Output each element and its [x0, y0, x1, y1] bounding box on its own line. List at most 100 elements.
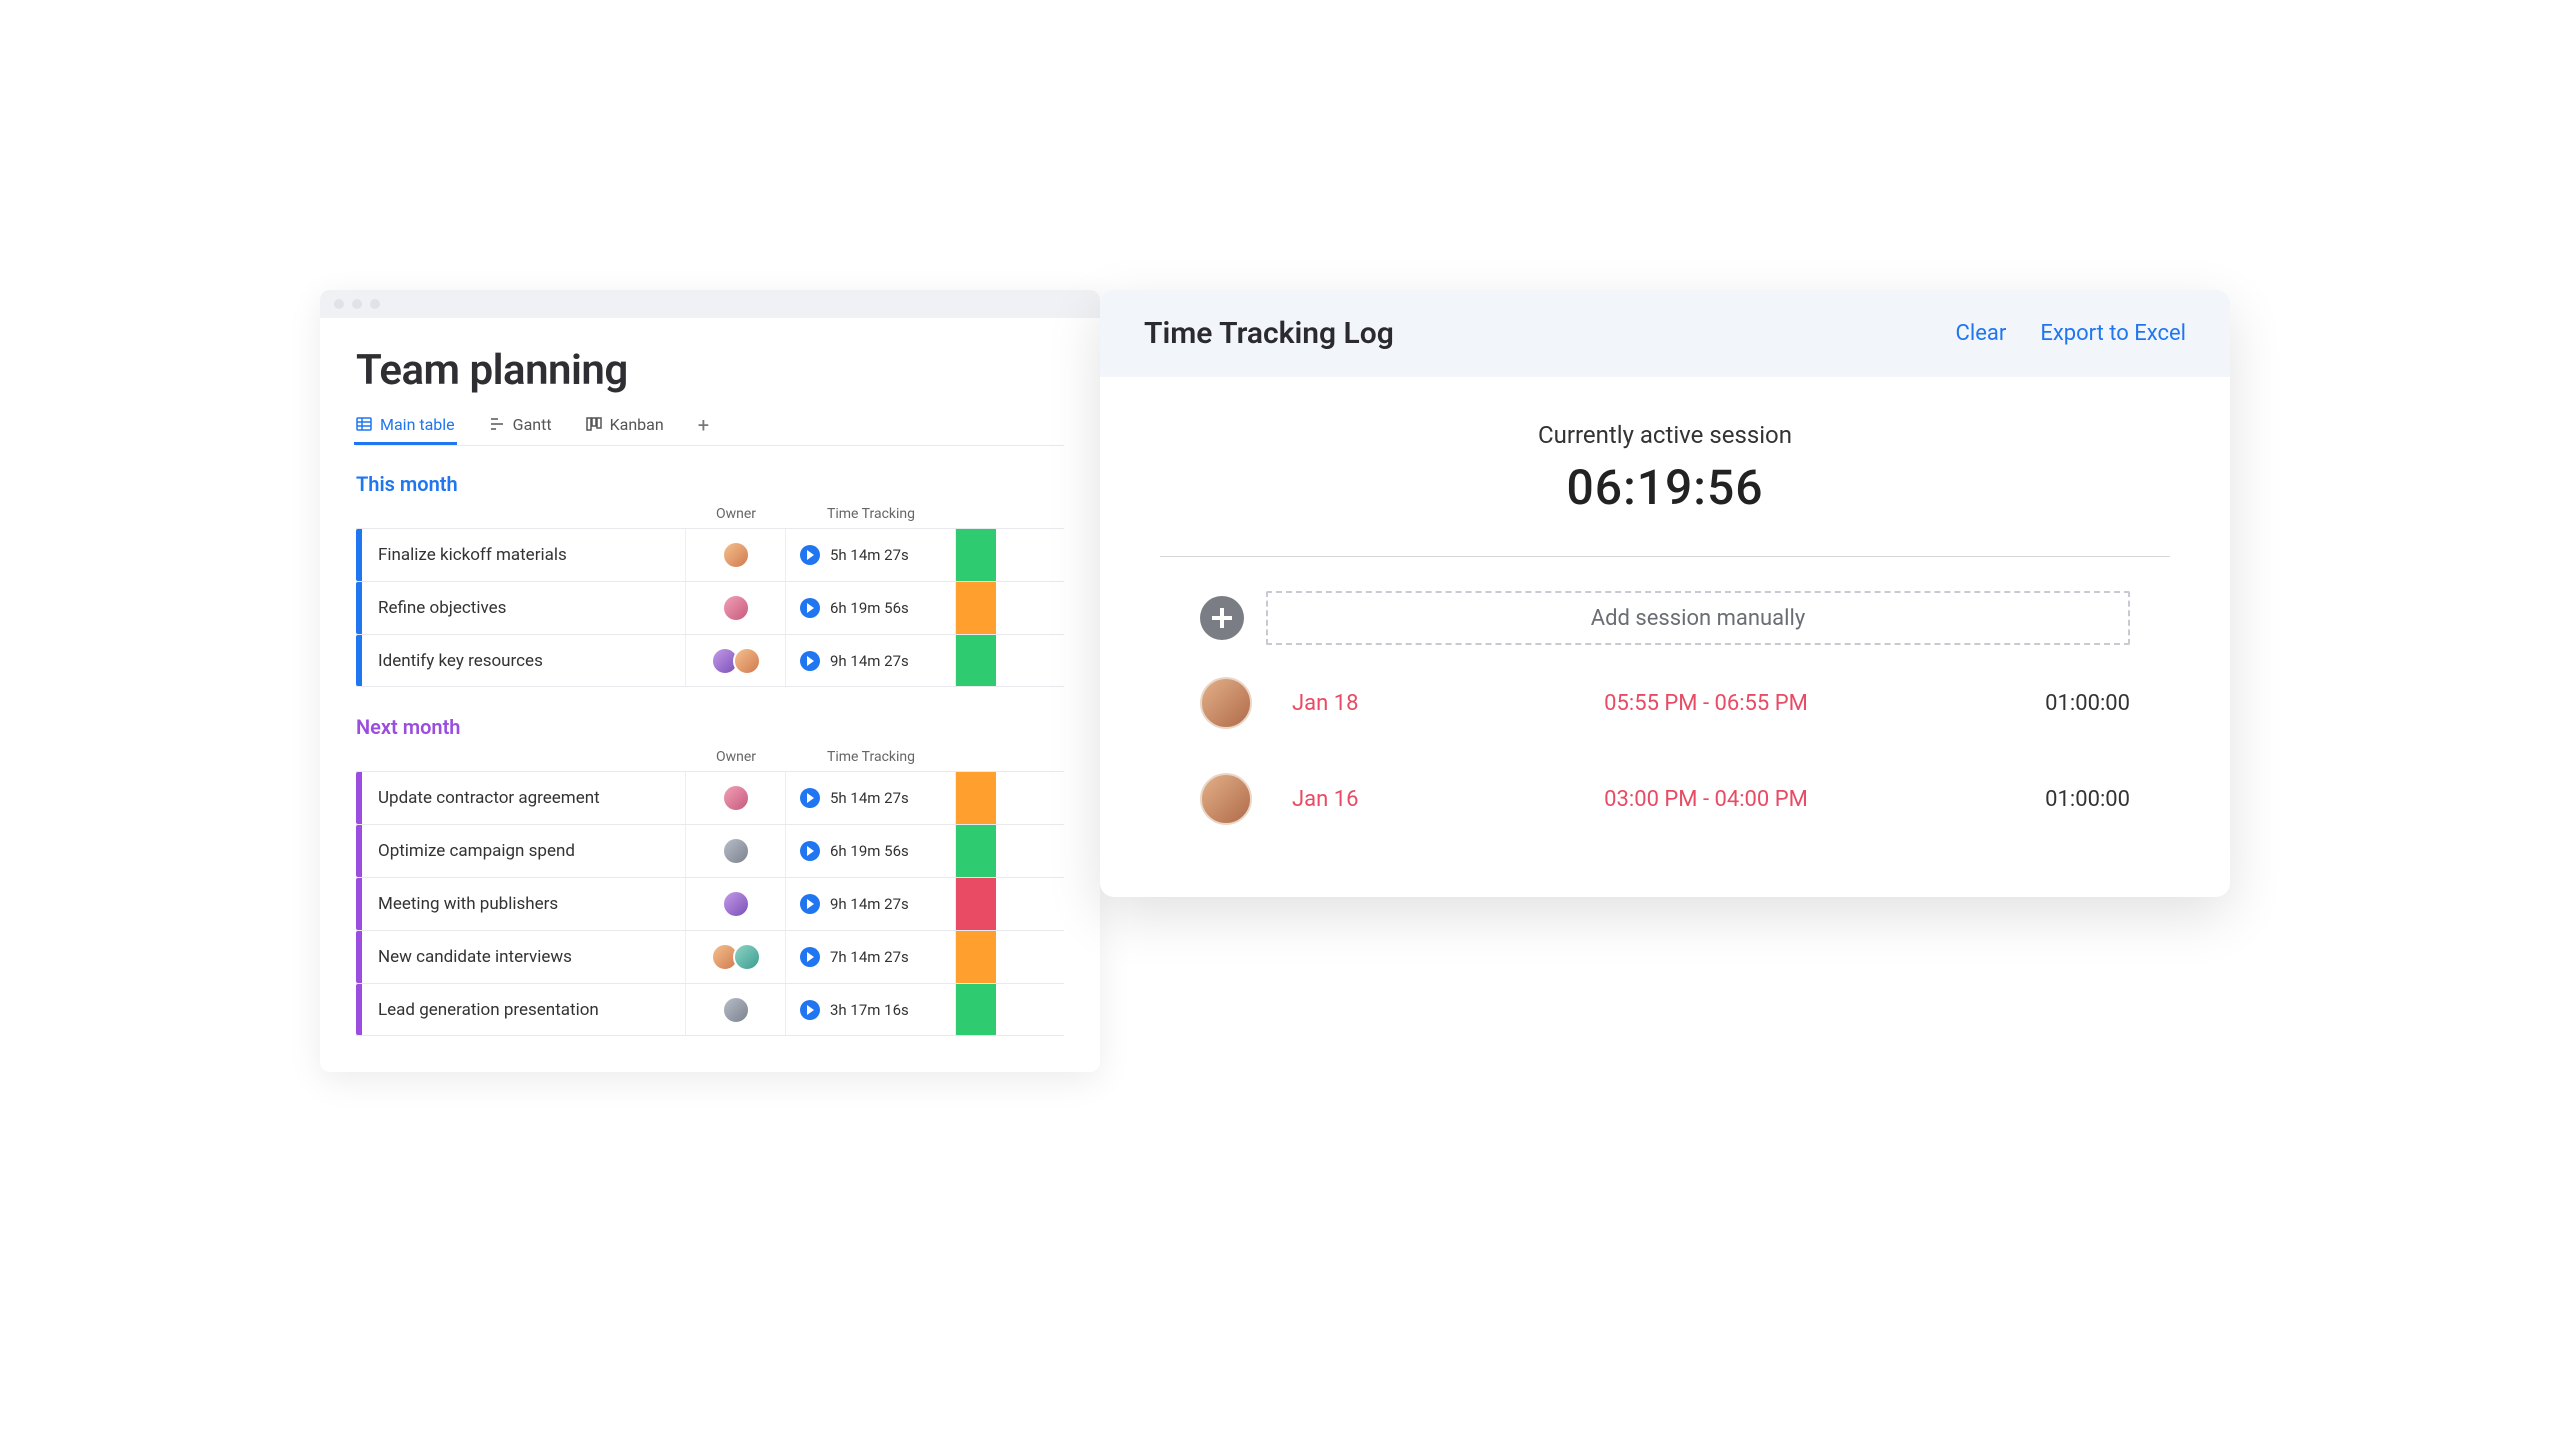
avatar: [722, 784, 750, 812]
tab-label: Main table: [380, 415, 455, 434]
task-name[interactable]: Refine objectives: [356, 582, 686, 634]
row-accent: [356, 984, 362, 1035]
tab-label: Gantt: [513, 415, 552, 434]
session-time-range: 03:00 PM - 04:00 PM: [1442, 787, 1970, 812]
tracked-time: 7h 14m 27s: [830, 948, 909, 966]
play-icon[interactable]: [800, 545, 820, 565]
task-name[interactable]: Meeting with publishers: [356, 878, 686, 930]
play-icon[interactable]: [800, 894, 820, 914]
avatar: [722, 996, 750, 1024]
group-title[interactable]: This month: [356, 472, 1064, 496]
view-tabs: Main table Gantt Kanban +: [356, 413, 1064, 446]
clear-button[interactable]: Clear: [1956, 321, 2007, 346]
table-row[interactable]: Lead generation presentation 3h 17m 16s: [356, 983, 1064, 1036]
task-name[interactable]: New candidate interviews: [356, 931, 686, 983]
tracked-time: 5h 14m 27s: [830, 546, 909, 564]
group-title[interactable]: Next month: [356, 715, 1064, 739]
time-tracking-cell[interactable]: 5h 14m 27s: [786, 529, 956, 581]
avatar: [722, 541, 750, 569]
row-accent: [356, 635, 362, 686]
tab-gantt[interactable]: Gantt: [489, 415, 552, 444]
status-chip[interactable]: [956, 635, 996, 686]
status-chip[interactable]: [956, 825, 996, 877]
table-row[interactable]: Meeting with publishers 9h 14m 27s: [356, 877, 1064, 930]
tab-main-table[interactable]: Main table: [356, 415, 455, 444]
panel-title: Time Tracking Log: [1144, 316, 1394, 351]
active-session: Currently active session 06:19:56: [1160, 377, 2170, 557]
time-tracking-cell[interactable]: 7h 14m 27s: [786, 931, 956, 983]
avatar: [733, 943, 761, 971]
add-session-manually-button[interactable]: Add session manually: [1266, 591, 2130, 645]
row-accent: [356, 529, 362, 581]
traffic-light-dot: [370, 299, 380, 309]
table-row[interactable]: Identify key resources 9h 14m 27s: [356, 634, 1064, 687]
session-row[interactable]: Jan 1805:55 PM - 06:55 PM01:00:00: [1100, 655, 2230, 751]
table-icon: [356, 416, 372, 432]
play-icon[interactable]: [800, 651, 820, 671]
tracked-time: 3h 17m 16s: [830, 1001, 909, 1019]
task-name[interactable]: Lead generation presentation: [356, 984, 686, 1035]
status-chip[interactable]: [956, 931, 996, 983]
session-duration: 01:00:00: [2010, 691, 2130, 716]
avatar: [733, 647, 761, 675]
time-tracking-cell[interactable]: 9h 14m 27s: [786, 635, 956, 686]
row-accent: [356, 582, 362, 634]
task-name[interactable]: Update contractor agreement: [356, 772, 686, 824]
play-icon[interactable]: [800, 598, 820, 618]
owner-cell[interactable]: [686, 582, 786, 634]
active-session-label: Currently active session: [1160, 421, 2170, 449]
task-name[interactable]: Identify key resources: [356, 635, 686, 686]
owner-cell[interactable]: [686, 635, 786, 686]
owner-cell[interactable]: [686, 931, 786, 983]
team-planning-window: Team planning Main table Gantt: [320, 290, 1100, 1072]
time-tracking-cell[interactable]: 6h 19m 56s: [786, 582, 956, 634]
time-tracking-log-panel: Time Tracking Log Clear Export to Excel …: [1100, 290, 2230, 897]
add-view-button[interactable]: +: [698, 413, 709, 445]
status-chip[interactable]: [956, 582, 996, 634]
owner-cell[interactable]: [686, 984, 786, 1035]
table-row[interactable]: Update contractor agreement 5h 14m 27s: [356, 771, 1064, 824]
session-row[interactable]: Jan 1603:00 PM - 04:00 PM01:00:00: [1100, 751, 2230, 847]
status-chip[interactable]: [956, 984, 996, 1035]
table-row[interactable]: Optimize campaign spend 6h 19m 56s: [356, 824, 1064, 877]
owner-cell[interactable]: [686, 529, 786, 581]
kanban-icon: [586, 416, 602, 432]
session-duration: 01:00:00: [2010, 787, 2130, 812]
status-chip[interactable]: [956, 878, 996, 930]
gantt-icon: [489, 416, 505, 432]
status-chip[interactable]: [956, 529, 996, 581]
tracked-time: 9h 14m 27s: [830, 895, 909, 913]
tracked-time: 9h 14m 27s: [830, 652, 909, 670]
play-icon[interactable]: [800, 788, 820, 808]
owner-cell[interactable]: [686, 825, 786, 877]
task-name[interactable]: Finalize kickoff materials: [356, 529, 686, 581]
play-icon[interactable]: [800, 947, 820, 967]
owner-cell[interactable]: [686, 772, 786, 824]
time-tracking-cell[interactable]: 6h 19m 56s: [786, 825, 956, 877]
table-row[interactable]: Refine objectives 6h 19m 56s: [356, 581, 1064, 634]
add-session-plus-icon[interactable]: [1200, 596, 1244, 640]
time-tracking-cell[interactable]: 5h 14m 27s: [786, 772, 956, 824]
owner-cell[interactable]: [686, 878, 786, 930]
status-chip[interactable]: [956, 772, 996, 824]
avatar: [722, 837, 750, 865]
tab-kanban[interactable]: Kanban: [586, 415, 664, 444]
active-session-time: 06:19:56: [1160, 459, 2170, 516]
avatar: [722, 594, 750, 622]
window-titlebar: [320, 290, 1100, 318]
time-tracking-cell[interactable]: 9h 14m 27s: [786, 878, 956, 930]
tracked-time: 6h 19m 56s: [830, 842, 909, 860]
row-accent: [356, 772, 362, 824]
row-accent: [356, 878, 362, 930]
time-tracking-cell[interactable]: 3h 17m 16s: [786, 984, 956, 1035]
session-time-range: 05:55 PM - 06:55 PM: [1442, 691, 1970, 716]
tab-label: Kanban: [610, 415, 664, 434]
traffic-light-dot: [334, 299, 344, 309]
play-icon[interactable]: [800, 841, 820, 861]
task-name[interactable]: Optimize campaign spend: [356, 825, 686, 877]
avatar: [1200, 773, 1252, 825]
play-icon[interactable]: [800, 1000, 820, 1020]
table-row[interactable]: Finalize kickoff materials 5h 14m 27s: [356, 528, 1064, 581]
table-row[interactable]: New candidate interviews 7h 14m 27s: [356, 930, 1064, 983]
export-to-excel-button[interactable]: Export to Excel: [2040, 321, 2186, 346]
